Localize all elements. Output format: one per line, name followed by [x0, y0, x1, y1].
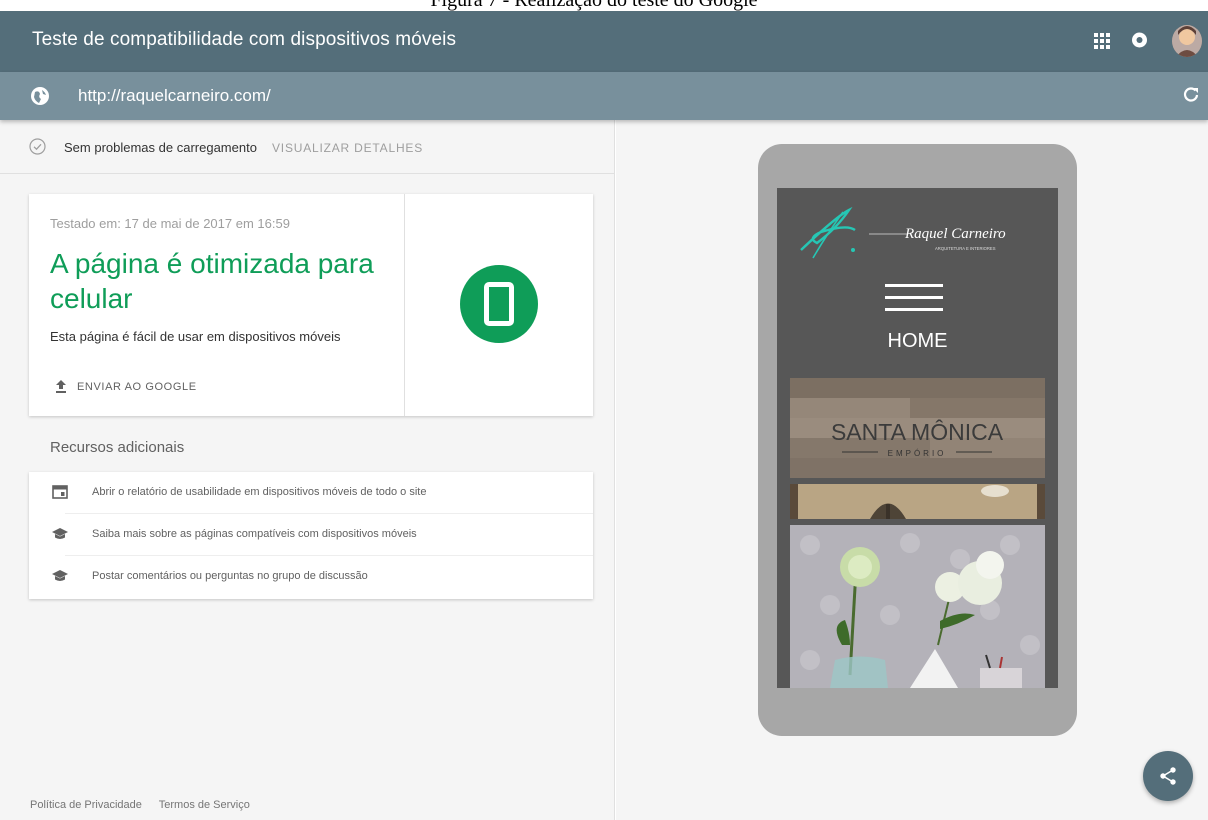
resources-heading: Recursos adicionais	[50, 439, 185, 456]
tested-timestamp: Testado em: 17 de mai de 2017 em 16:59	[50, 216, 290, 231]
sign-title: SANTA MÔNICA	[831, 418, 1004, 445]
hamburger-menu-icon[interactable]	[885, 284, 943, 320]
page: Figura 7 - Realização do teste do Google…	[0, 0, 1208, 820]
share-button[interactable]	[1143, 751, 1193, 801]
sign-subtitle: EMPÓRIO	[888, 449, 947, 458]
figure-caption: Figura 7 - Realização do teste do Google	[0, 0, 1208, 11]
account-avatar[interactable]	[1172, 25, 1202, 57]
send-to-google-label: ENVIAR AO GOOGLE	[77, 380, 197, 393]
logo-subtext: ARQUITETURA E INTERIORES	[935, 246, 996, 251]
resource-item-report[interactable]: Abrir o relatório de usabilidade em disp…	[29, 472, 593, 514]
apps-grid-icon[interactable]	[1094, 33, 1110, 49]
upload-icon	[56, 380, 66, 393]
resource-item-label: Postar comentários ou perguntas no grupo…	[92, 570, 368, 582]
logo-name: Raquel Carneiro	[904, 226, 1006, 242]
flowers-photo	[790, 525, 1045, 688]
resource-item-label: Saiba mais sobre as páginas compatíveis …	[92, 528, 417, 540]
page-screenshot[interactable]: Raquel Carneiro ARQUITETURA E INTERIORES…	[777, 188, 1058, 688]
share-icon	[1160, 767, 1176, 785]
resource-item-discussion[interactable]: Postar comentários ou perguntas no grupo…	[29, 556, 593, 598]
card-divider	[404, 194, 405, 416]
notifications-icon[interactable]	[1131, 31, 1148, 50]
school-icon	[52, 528, 68, 539]
resource-item-learn[interactable]: Saiba mais sobre as páginas compatíveis …	[29, 514, 593, 556]
preview-panel: Raquel Carneiro ARQUITETURA E INTERIORES…	[616, 120, 1208, 820]
check-circle-icon	[29, 138, 46, 155]
result-card: Testado em: 17 de mai de 2017 em 16:59 A…	[29, 194, 593, 416]
privacy-policy-link[interactable]: Política de Privacidade	[30, 799, 142, 811]
store-sign-photo: SANTA MÔNICA EMPÓRIO	[790, 378, 1045, 519]
result-headline: A página é otimizada para celular	[50, 248, 374, 314]
result-subtext: Esta página é fácil de usar em dispositi…	[50, 329, 341, 344]
resources-list: Abrir o relatório de usabilidade em disp…	[29, 472, 593, 599]
resource-item-label: Abrir o relatório de usabilidade em disp…	[92, 486, 427, 498]
figure-caption-text: Figura 7 - Realização do teste do Google	[430, 0, 758, 11]
send-to-google-button[interactable]: ENVIAR AO GOOGLE	[55, 380, 197, 393]
school-icon	[52, 570, 68, 581]
app-title: Teste de compatibilidade com dispositivo…	[32, 29, 457, 50]
loading-status-bar: Sem problemas de carregamento VISUALIZAR…	[0, 120, 615, 174]
view-details-link[interactable]: VISUALIZAR DETALHES	[272, 141, 423, 155]
loading-status-text: Sem problemas de carregamento	[64, 140, 257, 155]
results-panel: Sem problemas de carregamento VISUALIZAR…	[0, 120, 615, 820]
url-field[interactable]: http://raquelcarneiro.com/	[78, 86, 271, 106]
mobile-friendly-icon	[460, 265, 538, 343]
report-icon	[52, 485, 68, 499]
home-menu-label: HOME	[887, 330, 948, 352]
phone-frame: Raquel Carneiro ARQUITETURA E INTERIORES…	[758, 144, 1077, 736]
globe-icon	[31, 87, 49, 105]
url-bar: http://raquelcarneiro.com/	[0, 72, 1208, 120]
reload-icon[interactable]	[1182, 86, 1200, 104]
site-logo: Raquel Carneiro ARQUITETURA E INTERIORES	[800, 206, 1006, 259]
footer-links: Política de Privacidade Termos de Serviç…	[30, 799, 264, 811]
app-header: Teste de compatibilidade com dispositivo…	[0, 11, 1208, 72]
terms-of-service-link[interactable]: Termos de Serviço	[159, 799, 250, 811]
